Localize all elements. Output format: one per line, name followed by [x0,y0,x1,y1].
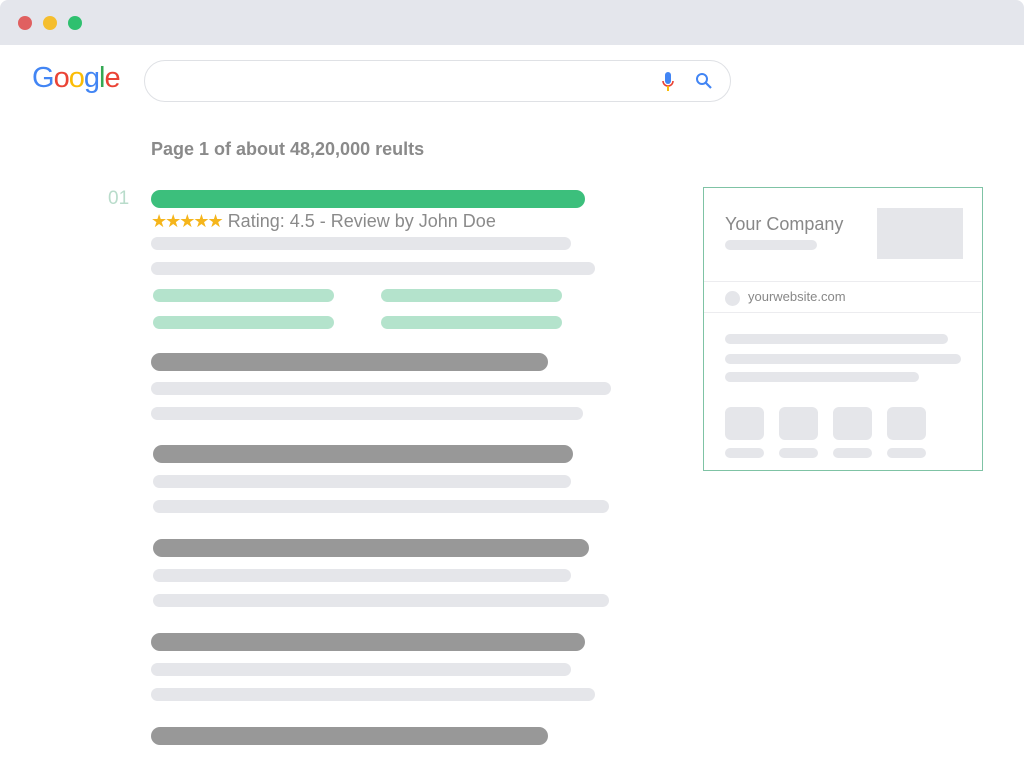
result-title-link[interactable] [151,633,585,651]
placeholder-line [151,262,595,275]
placeholder-line [725,240,817,250]
search-input[interactable] [163,71,643,91]
star-rating-icon: ★★★★★ [151,211,222,231]
minimize-window-button[interactable] [43,16,57,30]
divider [704,281,981,282]
panel-tile[interactable] [725,407,764,440]
result-title-link[interactable] [151,727,548,745]
logo-letter: o [54,62,69,94]
logo-letter: G [32,62,54,94]
rating-text: Rating: 4.5 - Review by John Doe [228,211,496,231]
divider [704,312,981,313]
result-title-link[interactable] [151,190,585,208]
website-link[interactable]: yourwebsite.com [748,289,846,304]
sitelink[interactable] [381,289,562,302]
panel-tile[interactable] [887,407,926,440]
search-icon[interactable] [695,72,713,95]
placeholder-line [151,688,595,701]
placeholder-line [151,663,571,676]
tile-label [833,448,872,458]
panel-tile[interactable] [779,407,818,440]
close-window-button[interactable] [18,16,32,30]
placeholder-line [725,354,961,364]
rating-snippet: ★★★★★ Rating: 4.5 - Review by John Doe [151,211,496,232]
placeholder-line [725,334,948,344]
panel-title: Your Company [725,214,843,235]
globe-icon [725,291,740,306]
result-title-link[interactable] [153,445,573,463]
placeholder-line [153,569,571,582]
placeholder-line [725,372,919,382]
placeholder-line [151,382,611,395]
logo-letter: g [84,62,99,94]
logo-letter: e [104,62,119,94]
result-count: Page 1 of about 48,20,000 reults [151,139,424,160]
panel-tile[interactable] [833,407,872,440]
sitelink[interactable] [153,289,334,302]
result-title-link[interactable] [153,539,589,557]
microphone-icon[interactable] [661,71,675,98]
placeholder-line [151,407,583,420]
sitelink[interactable] [381,316,562,329]
sitelink[interactable] [153,316,334,329]
tile-label [725,448,764,458]
knowledge-panel: Your Company yourwebsite.com [703,187,983,471]
panel-image [877,208,963,259]
result-title-link[interactable] [151,353,548,371]
google-logo[interactable]: Google [32,62,120,95]
maximize-window-button[interactable] [68,16,82,30]
result-rank: 01 [108,188,129,210]
placeholder-line [153,500,609,513]
search-bar [144,60,731,102]
placeholder-line [151,237,571,250]
placeholder-line [153,475,571,488]
tile-label [779,448,818,458]
placeholder-line [153,594,609,607]
tile-label [887,448,926,458]
logo-letter: o [69,62,84,94]
window-titlebar [0,0,1024,45]
